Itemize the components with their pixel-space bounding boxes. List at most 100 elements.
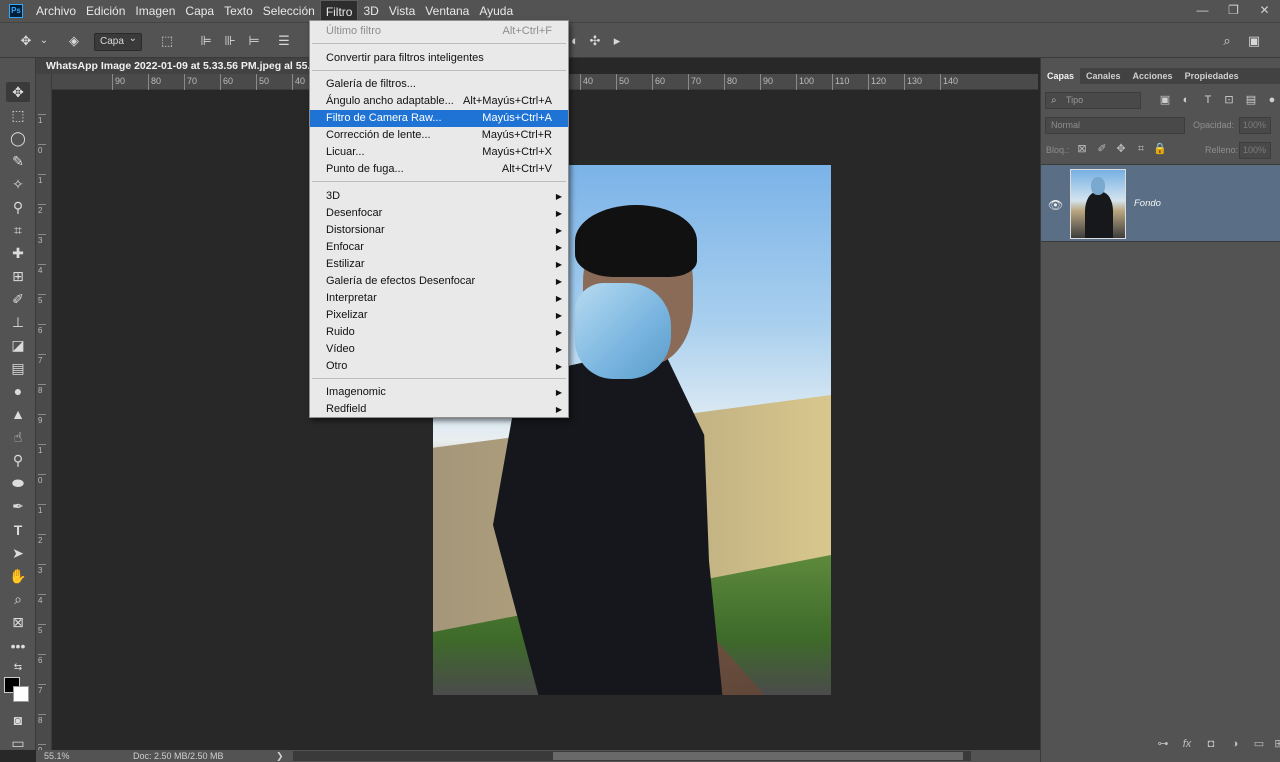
image-filter-icon[interactable]: ▣ [1158, 93, 1172, 107]
adjustment-layer-icon[interactable]: ◑ [1227, 736, 1243, 752]
menu-item-3d[interactable]: 3D ▶ [310, 188, 568, 205]
eraser-icon[interactable]: ◪ [6, 335, 30, 355]
marquee-icon[interactable]: ⬚ [6, 105, 30, 125]
type-filter-icon[interactable]: T [1201, 93, 1215, 107]
3d-pan-icon[interactable]: ✣ [586, 32, 604, 50]
add-mask-icon[interactable]: ◘ [1203, 736, 1219, 752]
lock-artboard-icon[interactable]: ⌗ [1134, 142, 1148, 156]
menu-item-video[interactable]: Vídeo ▶ [310, 341, 568, 358]
path-select-icon[interactable]: ➤ [6, 543, 30, 563]
menu-item-camera-raw[interactable]: Filtro de Camera Raw... Mayús+Ctrl+A [310, 110, 568, 127]
align-top-icon[interactable]: ☰ [274, 32, 294, 50]
menu-item-last-filter[interactable]: Último filtro Alt+Ctrl+F [310, 23, 568, 40]
menu-imagen[interactable]: Imagen [130, 0, 180, 22]
shape-icon[interactable]: ⊠ [6, 612, 30, 632]
visibility-eye-icon[interactable]: 👁 [1048, 198, 1063, 212]
menu-item-lens-correction[interactable]: Corrección de lente... Mayús+Ctrl+R [310, 127, 568, 144]
3d-camera-icon[interactable]: ▸ [608, 32, 626, 50]
dodge-icon[interactable]: ⚲ [6, 450, 30, 470]
filter-toggle-icon[interactable]: ● [1265, 93, 1279, 107]
layer-select-dropdown[interactable]: Capa [94, 31, 142, 51]
eyedropper-icon[interactable]: ⚲ [6, 197, 30, 217]
menu-item-pixelate[interactable]: Pixelizar ▶ [310, 307, 568, 324]
lock-transparent-icon[interactable]: ⊠ [1075, 142, 1089, 156]
lock-position-icon[interactable]: ✥ [1114, 142, 1128, 156]
menu-texto[interactable]: Texto [219, 0, 258, 22]
menu-vista[interactable]: Vista [384, 0, 420, 22]
swap-colors-icon[interactable]: ⇆ [6, 658, 30, 678]
menu-3d[interactable]: 3D [358, 0, 383, 22]
workspace-icon[interactable]: ▣ [1244, 32, 1264, 50]
menu-item-other[interactable]: Otro ▶ [310, 358, 568, 375]
menu-item-redfield[interactable]: Redfield ▶ [310, 401, 568, 418]
menu-seleccion[interactable]: Selección [258, 0, 320, 22]
link-layers-icon[interactable]: ⊶ [1155, 736, 1171, 752]
opacity-input[interactable]: 100% [1239, 117, 1271, 134]
search-icon[interactable]: ⌕ [1217, 32, 1237, 50]
menu-archivo[interactable]: Archivo [31, 0, 81, 22]
menu-item-vanishing-point[interactable]: Punto de fuga... Alt+Ctrl+V [310, 161, 568, 178]
menu-item-blur-gallery[interactable]: Galería de efectos Desenfocar ▶ [310, 273, 568, 290]
smudge-icon[interactable]: ☝ [6, 427, 30, 447]
tab-acciones[interactable]: Acciones [1127, 68, 1179, 84]
menu-item-sharpen[interactable]: Enfocar ▶ [310, 239, 568, 256]
quick-select-icon[interactable]: ✎ [6, 151, 30, 171]
menu-item-blur[interactable]: Desenfocar ▶ [310, 205, 568, 222]
align-left-icon[interactable]: ⊫ [196, 32, 216, 50]
menu-ayuda[interactable]: Ayuda [474, 0, 518, 22]
menu-item-filter-gallery[interactable]: Galería de filtros... [310, 76, 568, 93]
menu-capa[interactable]: Capa [180, 0, 219, 22]
type-icon[interactable]: T [6, 520, 30, 540]
align-right-icon[interactable]: ⊨ [244, 32, 264, 50]
menu-item-smart-filters[interactable]: Convertir para filtros inteligentes [310, 50, 568, 67]
lasso-icon[interactable]: ◯ [6, 128, 30, 148]
new-group-icon[interactable]: ▭ [1251, 736, 1267, 752]
tab-capas[interactable]: Capas [1041, 68, 1081, 84]
menu-filtro[interactable]: Filtro [319, 0, 359, 22]
menu-item-adaptive-wide-angle[interactable]: Ángulo ancho adaptable... Alt+Mayús+Ctrl… [310, 93, 568, 110]
transform-controls-icon[interactable]: ⬚ [157, 32, 177, 50]
move-icon[interactable]: ✥ [16, 32, 36, 50]
sharpen-icon[interactable]: ▲ [6, 404, 30, 424]
menu-item-liquify[interactable]: Licuar... Mayús+Ctrl+X [310, 144, 568, 161]
chevron-down-icon[interactable]: ⌄ [38, 32, 50, 50]
menu-ventana[interactable]: Ventana [420, 0, 474, 22]
layer-name[interactable]: Fondo [1134, 198, 1161, 209]
align-center-icon[interactable]: ⊪ [220, 32, 240, 50]
layer-filter-dropdown[interactable]: Tipo [1045, 92, 1141, 109]
zoom-level[interactable]: 55.1% [44, 750, 70, 762]
restore-button[interactable]: ❐ [1218, 0, 1249, 22]
magic-wand-icon[interactable]: ✧ [6, 174, 30, 194]
zoom-icon[interactable]: ⌕ [6, 589, 30, 609]
new-layer-icon[interactable]: ⊞ [1271, 736, 1280, 752]
lock-image-icon[interactable]: ✐ [1095, 142, 1109, 156]
tab-canales[interactable]: Canales [1080, 68, 1127, 84]
fill-input[interactable]: 100% [1239, 142, 1271, 159]
menu-item-stylize[interactable]: Estilizar ▶ [310, 256, 568, 273]
healing-icon[interactable]: ✚ [6, 243, 30, 263]
move-tool-icon[interactable]: ✥ [6, 82, 30, 102]
quick-mask-icon[interactable]: ◙ [6, 710, 30, 730]
menu-item-imagenomic[interactable]: Imagenomic ▶ [310, 384, 568, 401]
stamp-icon[interactable]: ⊥ [6, 312, 30, 332]
layer-row[interactable]: 👁 Fondo [1041, 164, 1280, 242]
menu-item-noise[interactable]: Ruido ▶ [310, 324, 568, 341]
sponge-icon[interactable]: ⬬ [6, 473, 30, 493]
gradient-icon[interactable]: ▤ [6, 358, 30, 378]
document-tab[interactable]: WhatsApp Image 2022-01-09 at 5.33.56 PM.… [36, 58, 342, 74]
status-menu-arrow-icon[interactable]: ❯ [276, 750, 284, 762]
background-color-swatch[interactable] [13, 686, 29, 702]
tab-propiedades[interactable]: Propiedades [1179, 68, 1245, 84]
hand-icon[interactable]: ✋ [6, 566, 30, 586]
pen-icon[interactable]: ✒ [6, 496, 30, 516]
scrollbar-thumb[interactable] [553, 752, 963, 760]
patch-icon[interactable]: ⊞ [6, 266, 30, 286]
blend-mode-dropdown[interactable]: Normal [1045, 117, 1185, 134]
smart-object-filter-icon[interactable]: ▤ [1244, 93, 1258, 107]
menu-item-distort[interactable]: Distorsionar ▶ [310, 222, 568, 239]
minimize-button[interactable]: — [1187, 0, 1218, 22]
horizontal-scrollbar[interactable] [293, 751, 971, 761]
more-tools-icon[interactable]: ••• [6, 636, 30, 656]
layer-style-icon[interactable]: fx [1179, 736, 1195, 752]
brush-icon[interactable]: ✐ [6, 289, 30, 309]
